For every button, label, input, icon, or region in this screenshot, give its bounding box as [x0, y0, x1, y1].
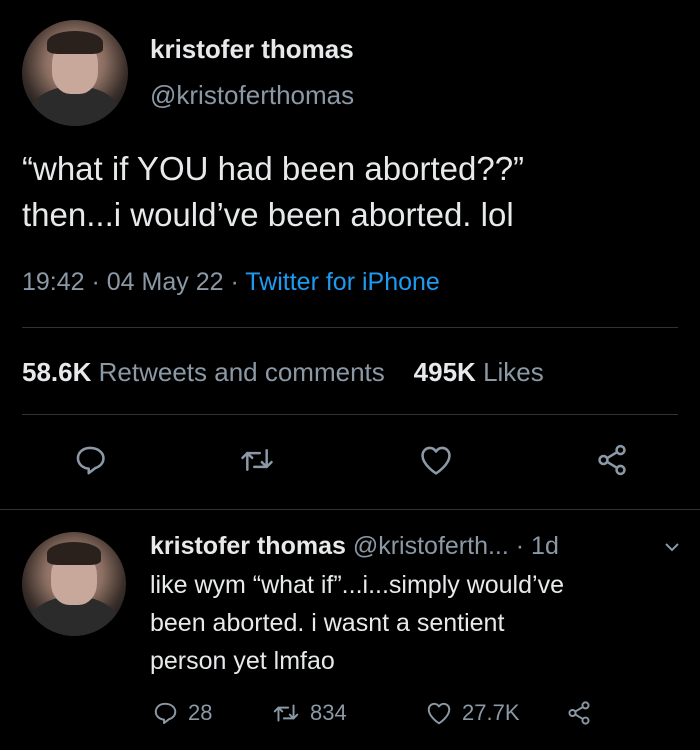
chevron-down-icon [665, 543, 679, 552]
reply-like-button[interactable]: 27.7K [426, 700, 520, 726]
likes-stat[interactable]: 495K Likes [414, 357, 544, 387]
tweet-source-link[interactable]: Twitter for iPhone [245, 268, 440, 296]
divider [0, 509, 700, 510]
reply-age: · 1d [515, 532, 559, 560]
likes-count: 495K [413, 357, 476, 387]
retweet-count: 834 [310, 700, 347, 725]
share-icon [568, 701, 590, 725]
handle[interactable]: @kristoferthomas [150, 80, 354, 111]
retweets-label: Retweets and comments [98, 357, 385, 387]
reply-retweet-button[interactable]: 834 [272, 700, 347, 726]
reply-handle[interactable]: @kristoferth... [353, 532, 509, 560]
like-button[interactable] [414, 438, 458, 482]
likes-label: Likes [483, 357, 544, 387]
reply-share-button[interactable] [566, 700, 592, 726]
retweet-icon [241, 449, 273, 471]
tweet-stats: 58.6K Retweets and comments 495K Likes [22, 357, 544, 388]
reply-icon [154, 702, 177, 725]
like-icon [427, 702, 451, 725]
display-name[interactable]: kristofer thomas [150, 34, 354, 65]
share-button[interactable] [590, 438, 634, 482]
reply-count: 28 [188, 700, 213, 725]
reply-display-name[interactable]: kristofer thomas [150, 532, 346, 560]
reply-avatar[interactable] [22, 532, 126, 636]
reply-text-line: person yet lmfao [150, 647, 335, 675]
retweets-count: 58.6K [22, 357, 92, 387]
tweet-text-line: “what if YOU had been aborted??” [22, 150, 525, 187]
reply-reply-button[interactable]: 28 [152, 700, 212, 726]
reply-header: kristofer thomas @kristoferth... · 1d [150, 532, 559, 561]
like-count: 27.7K [462, 700, 520, 725]
share-icon [598, 444, 626, 476]
reply-menu-button[interactable] [662, 537, 682, 562]
reply-text-line: like wym “what if”...i...simply would’ve [150, 571, 564, 599]
divider [22, 327, 678, 328]
reply-text-line: been aborted. i wasnt a sentient [150, 609, 505, 637]
tweet-text: “what if YOU had been aborted??” then...… [22, 146, 682, 238]
like-icon [421, 446, 451, 475]
reply-text: like wym “what if”...i...simply would’ve… [150, 566, 670, 680]
reply-icon [76, 446, 105, 475]
tweet-timestamp[interactable]: 19:42 · 04 May 22 · [22, 268, 245, 296]
avatar[interactable] [22, 20, 128, 126]
tweet-text-line: then...i would’ve been aborted. lol [22, 196, 514, 233]
retweets-stat[interactable]: 58.6K Retweets and comments [22, 357, 385, 387]
retweet-icon [273, 704, 299, 722]
retweet-button[interactable] [235, 438, 279, 482]
reply-button[interactable] [68, 438, 112, 482]
divider [22, 414, 678, 415]
tweet-meta: 19:42 · 04 May 22 · Twitter for iPhone [22, 268, 440, 297]
